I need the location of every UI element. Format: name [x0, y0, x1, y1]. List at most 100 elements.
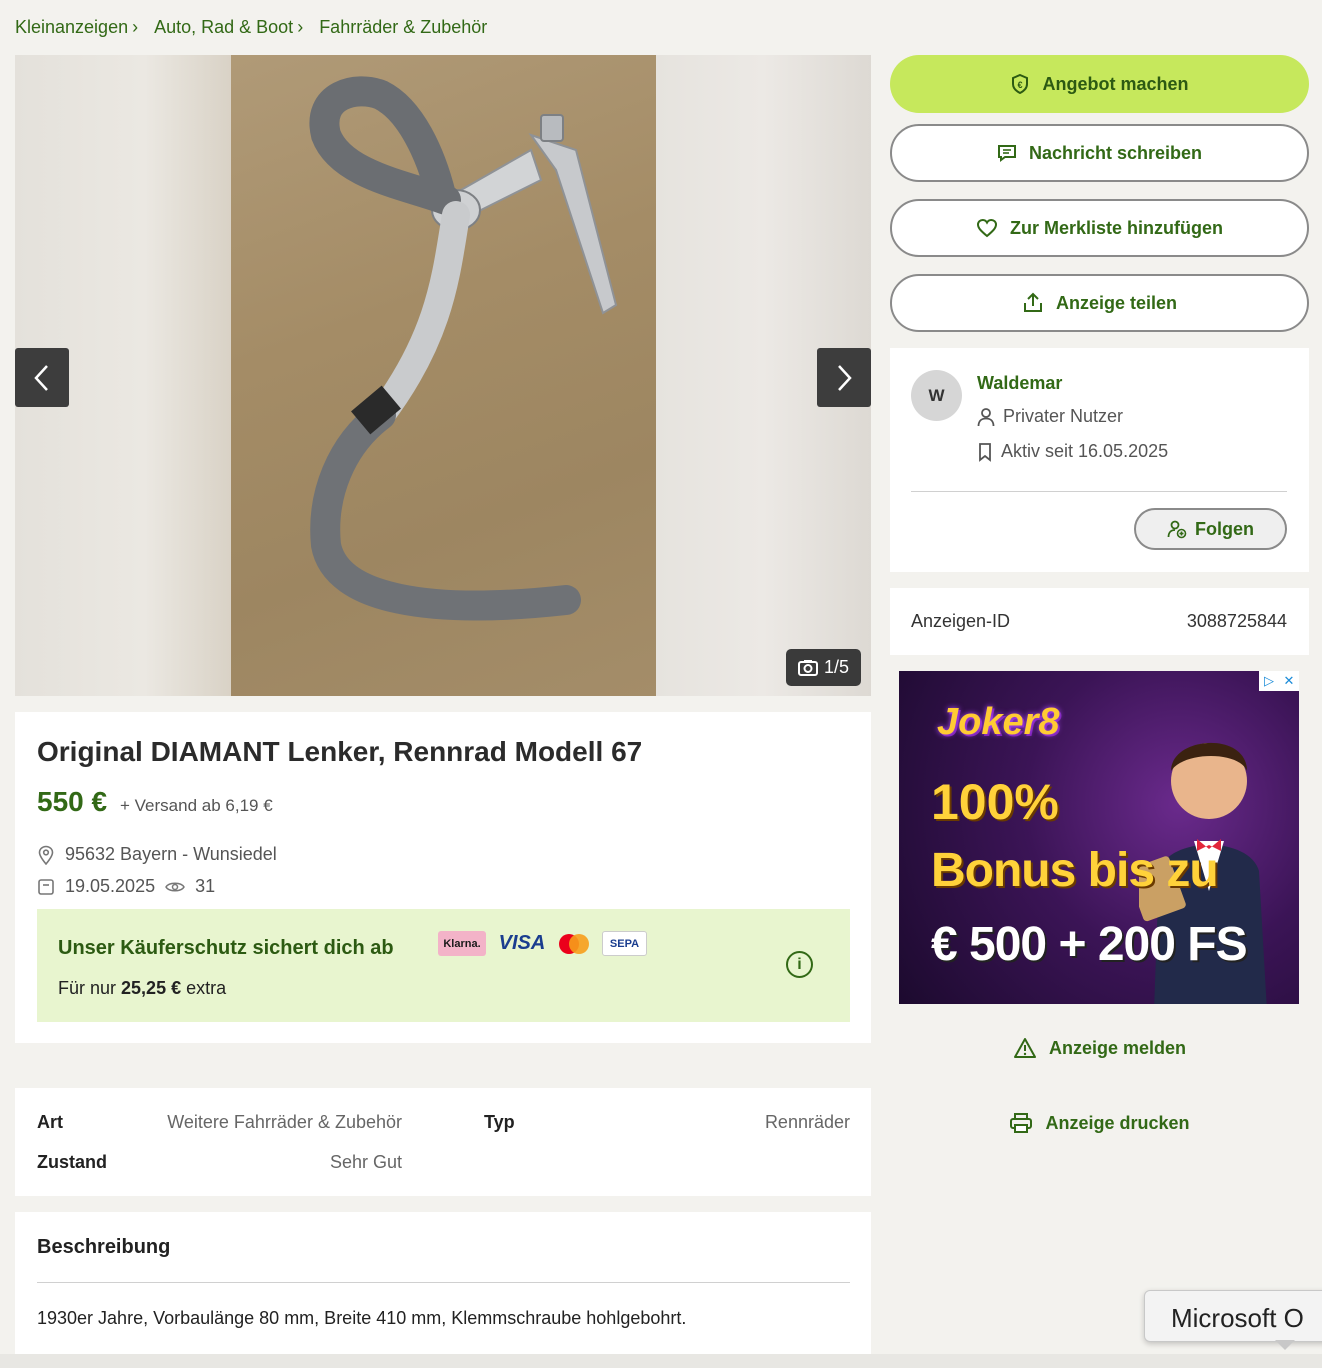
info-icon[interactable]: i — [786, 951, 813, 978]
buyer-protection-title: Unser Käuferschutz sichert dich ab — [58, 937, 394, 959]
listing-date-views: 19.05.2025 31 — [37, 876, 215, 897]
divider — [911, 491, 1287, 492]
chevron-right-icon — [838, 364, 852, 391]
calendar-icon — [38, 878, 54, 895]
close-icon[interactable]: ✕ — [1279, 671, 1299, 691]
seller-since-text: Aktiv seit 16.05.2025 — [1001, 441, 1169, 461]
chevron-right-icon: › — [297, 17, 304, 37]
attributes-card: Art Weitere Fahrräder & Zubehör Typ Renn… — [15, 1088, 871, 1196]
write-message-label: Nachricht schreiben — [1028, 142, 1203, 163]
gallery-next-button[interactable] — [817, 348, 871, 407]
mastercard-logo — [555, 931, 593, 956]
add-to-watchlist-label: Zur Merkliste hinzufügen — [1009, 217, 1223, 238]
image-counter: 1/5 — [785, 649, 861, 686]
attribute-label-art: Art — [37, 1112, 63, 1132]
avatar-initial: W — [928, 385, 945, 405]
adchoices-icon[interactable]: ▷ — [1259, 671, 1279, 691]
mastercard-icon — [559, 933, 589, 954]
attribute-value-art: Weitere Fahrräder & Zubehör — [167, 1112, 402, 1132]
follow-button[interactable]: Folgen — [1134, 508, 1287, 550]
tooltip-text: Microsoft O — [1171, 1303, 1304, 1333]
eye-icon — [165, 882, 185, 891]
seller-type: Privater Nutzer — [977, 406, 1123, 427]
camera-icon — [797, 660, 818, 676]
location-pin-icon — [38, 845, 54, 865]
report-listing-link[interactable]: Anzeige melden — [890, 1037, 1309, 1059]
printer-icon — [1010, 1113, 1033, 1133]
adchoices-badge[interactable]: ▷ ✕ — [1259, 671, 1299, 691]
image-gallery[interactable]: 1/5 — [15, 55, 871, 696]
breadcrumb-item-kleinanzeigen[interactable]: Kleinanzeigen › — [15, 17, 138, 38]
advert-brand: Joker8 — [937, 701, 1060, 743]
breadcrumb-item-auto-rad-boot[interactable]: Auto, Rad & Boot › — [154, 17, 303, 38]
advert-headline-3: € 500 + 200 FS — [931, 918, 1248, 971]
breadcrumb-label: Auto, Rad & Boot — [154, 17, 294, 37]
advertisement-banner[interactable]: Joker8 100% Bonus bis zu € 500 + 200 FS … — [899, 671, 1299, 1004]
shield-euro-icon: € — [1012, 74, 1029, 94]
image-counter-text: 1/5 — [823, 657, 849, 677]
listing-info-card: Original DIAMANT Lenker, Rennrad Modell … — [15, 712, 871, 1043]
seller-card: W Waldemar Privater Nutzer Aktiv seit 16… — [890, 348, 1309, 572]
handlebar-illustration — [309, 76, 618, 621]
listing-id-label: Anzeigen-ID — [911, 611, 1011, 631]
print-listing-label: Anzeige drucken — [1045, 1112, 1190, 1133]
chevron-right-icon: › — [132, 17, 139, 37]
bottom-strip — [0, 1354, 1322, 1368]
view-count: 31 — [195, 876, 216, 896]
print-listing-link[interactable]: Anzeige drucken — [890, 1112, 1309, 1134]
date-text: 19.05.2025 — [65, 876, 156, 896]
bookmark-icon — [979, 442, 991, 462]
advert-headline-2: Bonus bis zu — [931, 844, 1219, 897]
seller-active-since: Aktiv seit 16.05.2025 — [977, 441, 1168, 462]
description-card: Beschreibung 1930er Jahre, Vorbaulänge 8… — [15, 1212, 871, 1354]
buyer-protection-suffix: extra — [181, 978, 227, 998]
listing-photo[interactable] — [231, 55, 656, 696]
description-text: 1930er Jahre, Vorbaulänge 80 mm, Breite … — [37, 1308, 687, 1328]
sepa-label: SEPA — [609, 937, 640, 950]
follow-label: Folgen — [1195, 518, 1254, 539]
breadcrumb: Kleinanzeigen › Auto, Rad & Boot › Fahrr… — [15, 17, 503, 38]
visa-label: VISA — [498, 932, 546, 954]
make-offer-label: Angebot machen — [1042, 73, 1189, 94]
breadcrumb-item-fahrraeder[interactable]: Fahrräder & Zubehör — [319, 17, 487, 38]
make-offer-button[interactable]: € Angebot machen — [890, 55, 1309, 113]
share-listing-button[interactable]: Anzeige teilen — [890, 274, 1309, 332]
location-text: 95632 Bayern - Wunsiedel — [65, 844, 277, 864]
breadcrumb-label: Kleinanzeigen — [15, 17, 129, 37]
seller-name-link[interactable]: Waldemar — [977, 373, 1062, 394]
divider — [37, 1282, 850, 1283]
shipping-cost: + Versand ab 6,19 € — [120, 796, 273, 815]
warning-icon — [1013, 1038, 1036, 1058]
page-title: Original DIAMANT Lenker, Rennrad Modell … — [37, 736, 643, 767]
tooltip-tail — [1275, 1340, 1295, 1350]
sepa-logo: SEPA — [602, 931, 647, 956]
tooltip: Microsoft O — [1144, 1290, 1322, 1342]
attribute-label-typ: Typ — [484, 1112, 515, 1132]
seller-type-text: Privater Nutzer — [1003, 406, 1124, 426]
share-icon — [1023, 292, 1042, 312]
attribute-label-zustand: Zustand — [37, 1152, 107, 1172]
buyer-protection-amount: 25,25 € — [121, 978, 182, 998]
user-icon — [977, 407, 995, 426]
write-message-button[interactable]: Nachricht schreiben — [890, 124, 1309, 182]
klarna-logo: Klarna. — [438, 931, 486, 956]
listing-location: 95632 Bayern - Wunsiedel — [37, 844, 277, 865]
attribute-value-typ: Rennräder — [764, 1112, 850, 1132]
listing-price: 550 € — [37, 786, 108, 817]
message-icon — [997, 145, 1016, 162]
report-listing-label: Anzeige melden — [1048, 1037, 1187, 1058]
buyer-protection-prefix: Für nur — [58, 978, 122, 998]
attribute-value-zustand: Sehr Gut — [329, 1152, 402, 1172]
advert-headline-1: 100% — [931, 774, 1059, 830]
buyer-protection-box: Unser Käuferschutz sichert dich ab Klarn… — [37, 909, 850, 1022]
avatar[interactable]: W — [911, 370, 962, 421]
buyer-protection-price: Für nur 25,25 € extra — [58, 978, 226, 999]
add-to-watchlist-button[interactable]: Zur Merkliste hinzufügen — [890, 199, 1309, 257]
heart-icon — [976, 218, 997, 238]
klarna-label: Klarna. — [443, 937, 481, 950]
visa-logo: VISA — [495, 931, 549, 956]
gallery-prev-button[interactable] — [15, 348, 69, 407]
breadcrumb-label: Fahrräder & Zubehör — [319, 17, 488, 37]
listing-id-card: Anzeigen-ID 3088725844 — [890, 588, 1309, 655]
share-listing-label: Anzeige teilen — [1055, 292, 1178, 313]
